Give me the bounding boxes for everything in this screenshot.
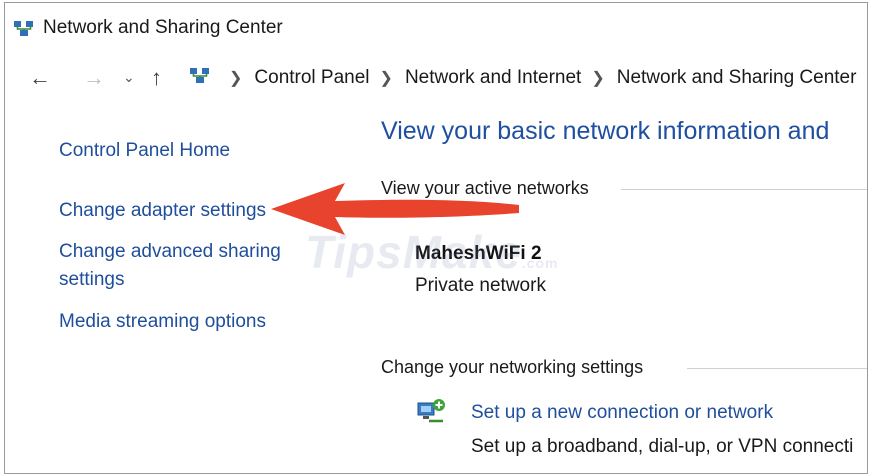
section-divider [687, 368, 867, 369]
sidebar-item-control-panel-home[interactable]: Control Panel Home [59, 137, 230, 165]
breadcrumb-separator-icon: ❯ [229, 70, 243, 87]
breadcrumb-control-panel[interactable]: Control Panel [254, 67, 369, 88]
network-center-icon [13, 19, 35, 44]
breadcrumb-separator-icon[interactable]: ❯ [591, 70, 604, 87]
breadcrumb: ❯ Control Panel ❯ Network and Internet ❯ Netw… [219, 67, 856, 89]
network-type: Private network [415, 275, 546, 296]
forward-arrow-icon[interactable]: → [83, 65, 105, 91]
title-bar: Network and Sharing Center [5, 3, 867, 49]
breadcrumb-separator-icon[interactable]: ❯ [380, 70, 393, 87]
section-divider [621, 189, 867, 190]
page-title: View your basic network information and [381, 117, 830, 145]
network-name: MaheshWiFi 2 [415, 243, 542, 264]
breadcrumb-network-and-internet[interactable]: Network and Internet [405, 67, 581, 88]
setup-new-connection-description: Set up a broadband, dial-up, or VPN conn… [471, 436, 854, 457]
new-connection-icon [415, 397, 447, 432]
sidebar-item-change-advanced-sharing-line2[interactable]: settings [59, 266, 124, 294]
up-arrow-icon[interactable]: ↑ [151, 65, 162, 91]
sidebar-item-change-adapter-settings[interactable]: Change adapter settings [59, 197, 266, 225]
recent-locations-chevron-icon[interactable]: ⌄ [123, 69, 135, 86]
sidebar-item-media-streaming-options[interactable]: Media streaming options [59, 308, 266, 336]
setup-new-connection-link[interactable]: Set up a new connection or network [471, 402, 773, 424]
window-title: Network and Sharing Center [43, 17, 283, 38]
change-settings-label: Change your networking settings [381, 357, 644, 377]
back-arrow-icon[interactable]: ← [29, 65, 51, 91]
annotation-arrow-icon [271, 183, 519, 235]
window: Network and Sharing Center ← → ⌄ ↑ ❯ Cont… [4, 2, 868, 474]
breadcrumb-network-and-sharing-center[interactable]: Network and Sharing Center [617, 67, 857, 88]
address-bar: ← → ⌄ ↑ ❯ Control Panel ❯ Network and Inter… [5, 57, 867, 99]
sidebar-item-change-advanced-sharing[interactable]: Change advanced sharing [59, 238, 281, 266]
control-panel-icon [189, 66, 211, 91]
